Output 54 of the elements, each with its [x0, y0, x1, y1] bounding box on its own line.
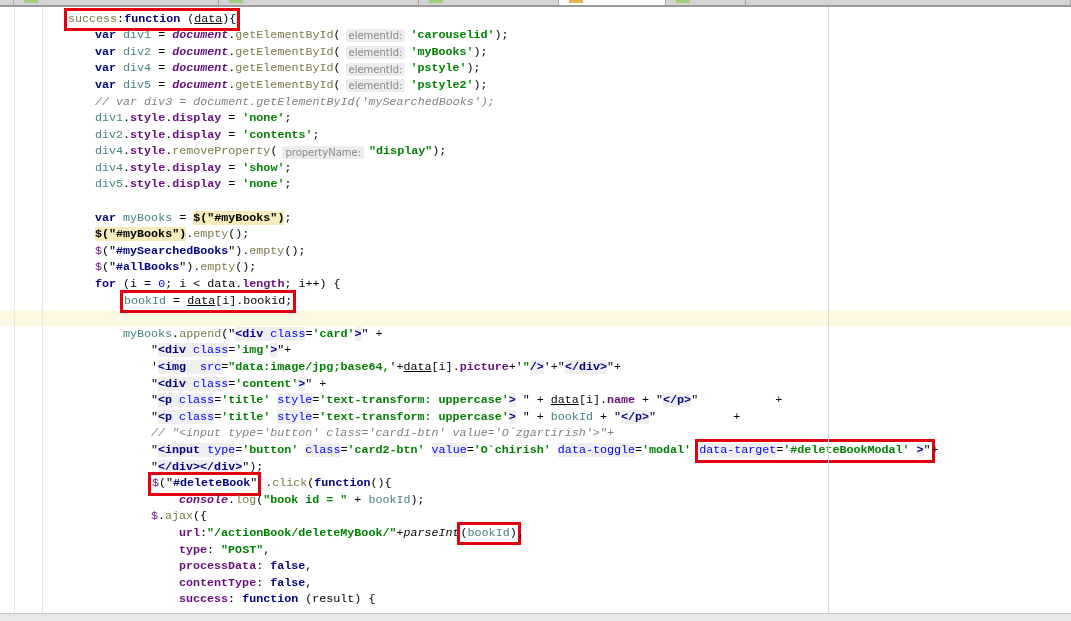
code-text: var div4 = document.getElementById( [95, 60, 341, 78]
code-text: var div1 = document.getElementById( [95, 27, 341, 45]
editor-tab[interactable] [559, 0, 666, 5]
code-text: $("#allBooks").empty(); [95, 259, 257, 277]
file-icon [569, 0, 583, 3]
code-text: url:"/actionBook/deleteMyBook/"+parseInt [179, 524, 460, 542]
parameter-hint: elementId: [345, 29, 406, 43]
file-icon [429, 0, 443, 3]
code-text: div2.style.display = 'contents'; [95, 126, 320, 144]
code-text: var div2 = document.getElementById( [95, 43, 341, 61]
code-text: 'carouselid'); [410, 27, 509, 45]
code-text: , [517, 524, 525, 542]
annotation-box: (bookId) [459, 524, 518, 543]
code-text: "display"); [369, 143, 447, 161]
file-icon [676, 0, 690, 3]
code-text: "<input type='button' class='card2-btn' value='O`chirish' data-toggle='modal' [151, 441, 693, 459]
code-text: div4.style.removeProperty( [95, 143, 278, 161]
code-text: type: "POST", [179, 541, 271, 559]
file-icon [229, 0, 243, 3]
code-text: processData: false, [179, 558, 313, 576]
code-text: '<img src="data:image/jpg;base64,'+data[i].picture+'"/>'+"</div>"+ [151, 359, 621, 376]
code-text: "<p class='title' style='text-transform: uppercase'> " + data[i].name + "</p>" + [151, 392, 783, 410]
parameter-hint: elementId: [345, 62, 406, 76]
code-text: // var div3 = document.getElementById('mySearchedBooks'); [95, 93, 495, 111]
code-text: $("#myBooks").empty(); [95, 226, 250, 244]
code-text: $("#mySearchedBooks").empty(); [95, 242, 306, 260]
annotation-box: $("#deleteBook" [151, 475, 259, 493]
code-text: "<div class='img'>"+ [151, 342, 292, 360]
code-text: div4.style.display = 'show'; [95, 159, 292, 177]
parameter-hint: propertyName: [282, 145, 365, 159]
code-text: for (i = 0; i < data.length; i++) { [95, 276, 341, 294]
code-text: contentType: false, [179, 574, 313, 592]
code-text: .click(function(){ [264, 475, 392, 493]
code-text: $.ajax({ [151, 508, 208, 526]
annotation-box: data-target='#deleteBookModal' >" [698, 441, 932, 460]
code-text: 'pstyle2'); [410, 76, 488, 94]
code-text: 'myBooks'); [410, 43, 488, 61]
code-text: // "<input type='button' class='card1-btn' value='O`zgartirish'>"+ [151, 425, 614, 443]
annotation-box: bookId = data[i].bookid; [123, 292, 294, 311]
parameter-hint: elementId: [345, 79, 406, 93]
code-text: "<p class='title' style='text-transform: uppercase'> " + bookId + "</p>" + [151, 408, 741, 426]
code-text: var div5 = document.getElementById( [95, 76, 341, 94]
parameter-hint: elementId: [345, 46, 406, 59]
code-text: var myBooks = $("#myBooks"); [95, 209, 292, 227]
annotation-box: success:function (data){ [67, 10, 238, 29]
code-text: + [931, 441, 939, 459]
file-icon [24, 0, 38, 3]
code-text: div1.style.display = 'none'; [95, 110, 292, 128]
code-text: myBooks.append("<div class='card'>" + [123, 325, 383, 343]
code-text: 'pstyle'); [410, 60, 481, 78]
code-text: "<div class='content'>" + [151, 375, 327, 393]
code-text: div5.style.display = 'none'; [95, 176, 292, 194]
code-text: console.log("book id = " + bookId); [179, 491, 425, 509]
code-text: success: function (result) { [179, 591, 376, 609]
